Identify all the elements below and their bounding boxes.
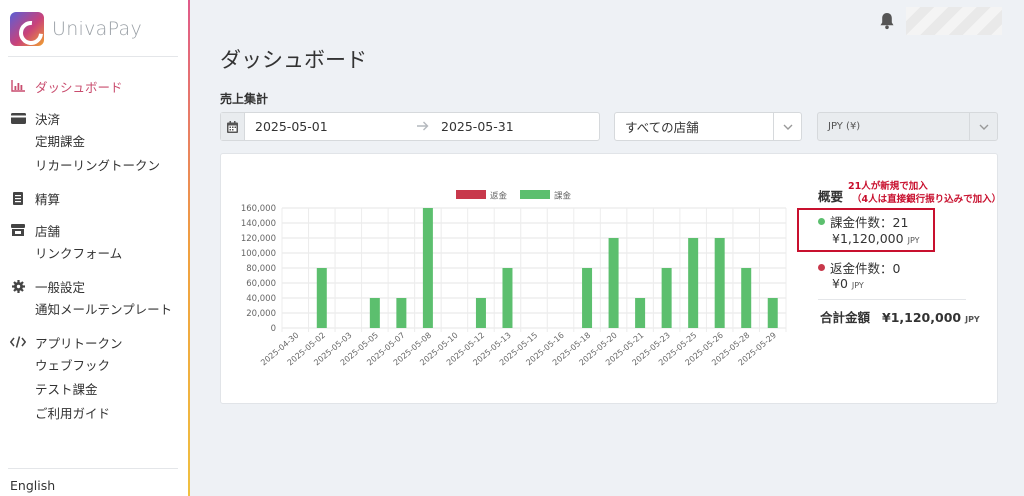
sidebar-nav: ダッシュボード 決済 定期課金 リカーリングトークン 精算 店舗 リンクフォーム… [0, 74, 188, 434]
legend-swatch [456, 190, 486, 199]
sidebar-item-stores[interactable]: 店舗 [0, 218, 188, 242]
bar [767, 298, 778, 328]
y-tick-label: 120,000 [241, 234, 276, 244]
bar [608, 238, 619, 328]
annotation-note: 21人が新規で加入 （4人は直接銀行振り込みで加入） [848, 180, 1001, 206]
refund-amount-value: ¥0 [832, 276, 848, 291]
y-tick-label: 40,000 [246, 294, 276, 304]
refund-dot-icon [818, 264, 825, 271]
language-switcher[interactable]: English [10, 478, 55, 493]
currency-label: JPY [907, 236, 920, 245]
bar [422, 208, 433, 328]
sidebar-item-label: 決済 [35, 111, 61, 127]
y-tick-label: 80,000 [246, 264, 276, 274]
store-select-value: すべての店舗 [625, 120, 699, 135]
bar [714, 238, 725, 328]
legend-label: 返金 [490, 191, 508, 202]
y-tick-label: 0 [271, 324, 276, 334]
logo-text: UnivaPay [52, 18, 143, 40]
bell-icon[interactable] [879, 12, 895, 30]
y-tick-label: 140,000 [241, 219, 276, 229]
charge-count: 課金件数：21 [818, 212, 908, 231]
y-tick-label: 20,000 [246, 309, 276, 319]
divider [8, 468, 178, 469]
charge-count-label: 課金件数：21 [830, 215, 909, 230]
date-range-picker[interactable]: 2025-05-01 2025-05-31 [220, 112, 600, 141]
bar-chart-icon [10, 79, 26, 93]
store-select[interactable]: すべての店舗 [614, 112, 802, 141]
total-amount-value: ¥1,120,000 [882, 310, 962, 325]
refund-count: 返金件数：0 [818, 258, 900, 277]
total-amount: 合計金額 ¥1,120,000 JPY [820, 307, 980, 326]
currency-select[interactable]: JPY (¥) [817, 112, 998, 141]
arrow-right-icon [417, 119, 429, 135]
univapay-logo[interactable]: UnivaPay [10, 12, 142, 46]
currency-label: JPY [965, 315, 980, 324]
y-tick-label: 160,000 [241, 204, 276, 214]
section-label: 売上集計 [220, 92, 269, 106]
annotation-line-1: 21人が新規で加入 [848, 181, 928, 192]
sidebar-item-general-settings[interactable]: 一般設定 [0, 274, 188, 298]
y-tick-label: 60,000 [246, 279, 276, 289]
sidebar-item-recurring-tokens[interactable]: リカーリングトークン [0, 154, 188, 178]
bar [741, 268, 752, 328]
sidebar-item-payments[interactable]: 決済 [0, 106, 188, 130]
sidebar-item-subscriptions[interactable]: 定期課金 [0, 130, 188, 154]
document-icon [10, 191, 26, 205]
bar [688, 238, 699, 328]
sidebar-item-label: ダッシュボード [35, 79, 123, 95]
bar [582, 268, 593, 328]
bar [316, 268, 327, 328]
legend-swatch [520, 190, 550, 199]
code-icon [10, 335, 26, 349]
store-icon [10, 223, 26, 237]
refund-amount: ¥0 JPY [832, 276, 864, 291]
refund-count-label: 返金件数：0 [830, 261, 901, 276]
summary-title: 概要 [818, 189, 844, 204]
sidebar-item-label: 一般設定 [35, 279, 86, 295]
sidebar-item-email-templates[interactable]: 通知メールテンプレート [0, 298, 188, 322]
chevron-down-icon [773, 113, 801, 140]
sales-bar-chart: 返金 課金 160,000 140,000 120,000 100,000 80,000 60… [241, 190, 787, 367]
sidebar-item-label: 精算 [35, 191, 61, 207]
calendar-icon[interactable] [221, 113, 245, 140]
charge-dot-icon [818, 218, 825, 225]
sidebar-item-user-guide[interactable]: ご利用ガイド [0, 402, 188, 426]
bar [369, 298, 380, 328]
credit-card-icon [10, 111, 26, 125]
currency-select-value: JPY (¥) [828, 121, 861, 132]
sidebar-item-webhooks[interactable]: ウェブフック [0, 354, 188, 378]
legend-label: 課金 [554, 191, 572, 202]
y-tick-label: 100,000 [241, 249, 276, 259]
divider [8, 56, 178, 57]
currency-label: JPY [851, 281, 864, 290]
sidebar-item-label: 店舗 [35, 223, 61, 239]
divider [818, 299, 966, 300]
bar [661, 268, 672, 328]
annotation-line-2: （4人は直接銀行振り込みで加入） [852, 194, 1002, 205]
bar [502, 268, 513, 328]
sidebar-item-app-tokens[interactable]: アプリトークン [0, 330, 188, 354]
date-from-input[interactable]: 2025-05-01 [255, 119, 417, 134]
sidebar-item-settlements[interactable]: 精算 [0, 186, 188, 210]
date-to-input[interactable]: 2025-05-31 [441, 119, 514, 134]
logo-mark-icon [10, 12, 44, 46]
page-title: ダッシュボード [220, 48, 367, 72]
chevron-down-icon [969, 113, 997, 140]
sidebar-item-label: アプリトークン [35, 335, 123, 351]
sidebar-item-link-forms[interactable]: リンクフォーム [0, 242, 188, 266]
sidebar-item-test-charges[interactable]: テスト課金 [0, 378, 188, 402]
sidebar-item-dashboard[interactable]: ダッシュボード [0, 74, 188, 98]
total-label: 合計金額 [820, 310, 871, 325]
charge-amount: ¥1,120,000 JPY [832, 231, 919, 246]
account-menu[interactable] [906, 7, 1002, 35]
bar [635, 298, 646, 328]
bar [396, 298, 407, 328]
bar [475, 298, 486, 328]
gear-icon [10, 279, 26, 293]
charge-amount-value: ¥1,120,000 [832, 231, 904, 246]
sidebar: UnivaPay ダッシュボード 決済 定期課金 リカーリングトークン 精算 店… [0, 0, 190, 496]
